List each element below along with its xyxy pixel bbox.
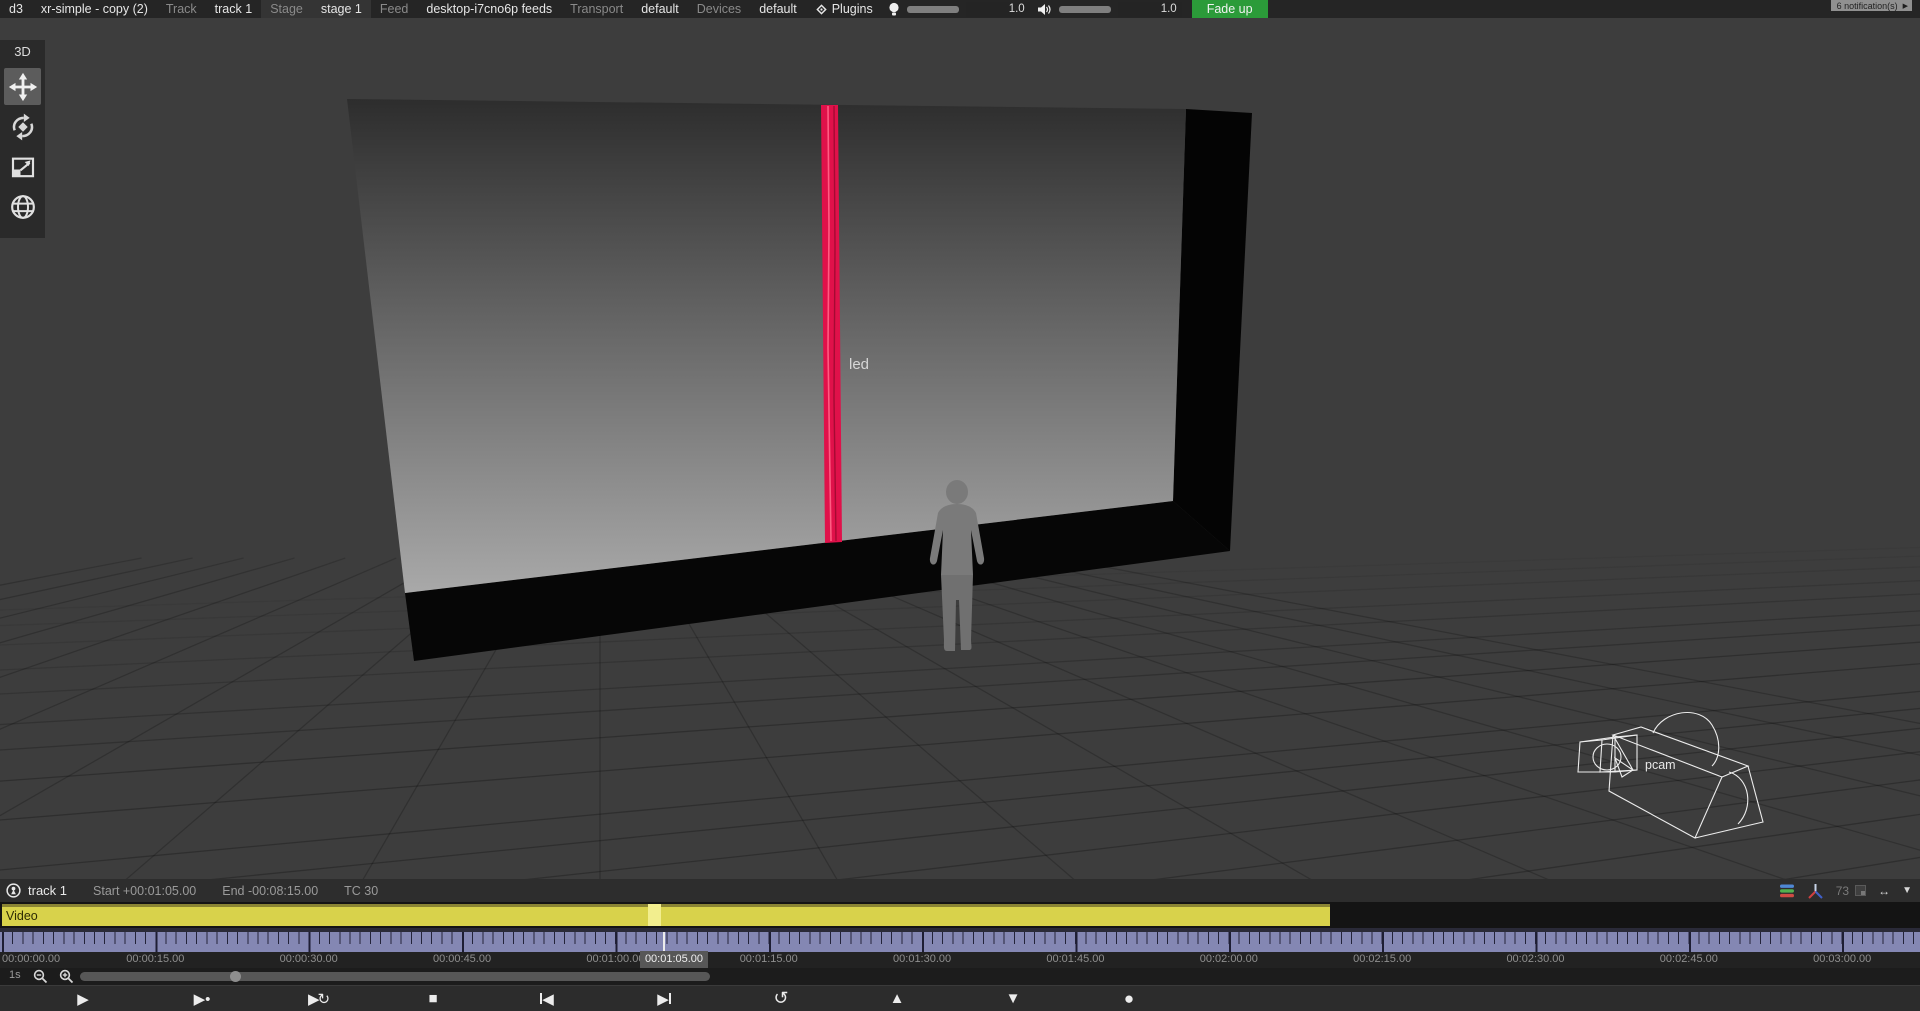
transport-bar: ▶ ▶• ▶↻ ■ ◀ ▶ ↺ ▲ ▼ ● r32.2_candc/plugin… bbox=[0, 985, 1920, 1011]
loop-icon: ▶↻ bbox=[308, 990, 328, 1008]
timeline-ruler[interactable] bbox=[0, 928, 1920, 952]
timeline-scrollbar-thumb[interactable] bbox=[230, 971, 241, 982]
menu-devices-label: Devices bbox=[688, 0, 750, 18]
menu-transport-value[interactable]: default bbox=[632, 0, 688, 18]
brightness-bulb-icon bbox=[888, 2, 900, 17]
video-layer-bar[interactable]: Video bbox=[2, 904, 1330, 926]
brightness-value[interactable]: 1.0 bbox=[966, 2, 1030, 17]
volume-value[interactable]: 1.0 bbox=[1118, 2, 1182, 17]
layers-color-icon[interactable] bbox=[1779, 884, 1795, 898]
play-section-loop-button[interactable]: ▶↻ bbox=[301, 986, 335, 1011]
led-screen-label: led bbox=[849, 356, 869, 373]
menu-track-label: Track bbox=[157, 0, 206, 18]
ruler-playhead[interactable] bbox=[663, 932, 665, 952]
skip-forward-button[interactable]: ▶ bbox=[647, 986, 681, 1011]
track-icon bbox=[6, 883, 21, 898]
track-end-time[interactable]: End -00:08:15.00 bbox=[222, 884, 318, 898]
ruler-label: 00:00:45.00 bbox=[433, 953, 491, 965]
pcam-wireframe-camera[interactable]: pcam bbox=[1578, 713, 1763, 838]
ruler-label: 00:02:45.00 bbox=[1660, 953, 1718, 965]
brightness-slider[interactable] bbox=[907, 6, 959, 13]
ruler-label: 00:02:00.00 bbox=[1200, 953, 1258, 965]
ruler-label: 00:02:15.00 bbox=[1353, 953, 1411, 965]
track-start-time[interactable]: Start +00:01:05.00 bbox=[93, 884, 196, 898]
menu-feed-value[interactable]: desktop-i7cno6p feeds bbox=[417, 0, 561, 18]
track-name[interactable]: track 1 bbox=[28, 883, 67, 898]
globe-tool-button[interactable] bbox=[4, 188, 41, 225]
zoom-out-icon[interactable] bbox=[33, 969, 48, 984]
skip-bar-icon bbox=[669, 993, 671, 1004]
return-to-start-button[interactable]: ◀ bbox=[530, 986, 564, 1011]
move-tool-button[interactable] bbox=[4, 68, 41, 105]
fade-up-button[interactable]: Fade up bbox=[1192, 0, 1268, 18]
view-mode-label[interactable]: 3D bbox=[0, 40, 45, 65]
skip-triangle-icon: ▶ bbox=[657, 990, 669, 1008]
globe-icon bbox=[8, 192, 38, 222]
quantise-grid-icon[interactable] bbox=[1855, 885, 1866, 896]
notifications-expand-icon[interactable]: ▶ bbox=[1903, 2, 1908, 10]
undo-button[interactable]: ↺ bbox=[764, 986, 798, 1011]
fit-width-icon[interactable]: ↔ bbox=[1878, 884, 1890, 898]
volume-slider[interactable] bbox=[1059, 6, 1111, 13]
ruler-label: 00:00:15.00 bbox=[126, 953, 184, 965]
video-layer-playhead[interactable] bbox=[648, 904, 661, 926]
menu-track-value[interactable]: track 1 bbox=[206, 0, 262, 18]
stage-3d-viewport[interactable]: led pcam bbox=[0, 18, 1920, 879]
track-counter-value[interactable]: 73 bbox=[1836, 884, 1849, 898]
timeline-panel: track 1 Start +00:01:05.00 End -00:08:15… bbox=[0, 879, 1920, 1011]
ruler-label: 00:00:30.00 bbox=[280, 953, 338, 965]
track-toolbar: 73 ↔ ▼ bbox=[1779, 879, 1912, 902]
play-to-cue-button[interactable]: ▶• bbox=[185, 986, 219, 1011]
timeline-scrollbar[interactable] bbox=[80, 972, 710, 981]
d3-application-window: d3 xr-simple - copy (2) Track track 1 St… bbox=[0, 0, 1920, 1011]
zoom-unit-label: 1s bbox=[9, 969, 21, 981]
timeline-zoom-row: 1s bbox=[0, 968, 1920, 985]
menu-stage-label: Stage bbox=[261, 0, 312, 18]
current-time-box[interactable]: 00:01:05.00 bbox=[640, 951, 708, 968]
menu-feed-label: Feed bbox=[371, 0, 418, 18]
ruler-label-row: 00:00:00.00 00:00:15.00 00:00:30.00 00:00:4… bbox=[0, 952, 1920, 968]
notifications-banner[interactable]: 6 notification(s) ▶ bbox=[1831, 0, 1912, 11]
previous-section-button[interactable]: ▲ bbox=[880, 986, 914, 1011]
ruler-label: 00:01:30.00 bbox=[893, 953, 951, 965]
ruler-label: 00:01:15.00 bbox=[740, 953, 798, 965]
record-button[interactable]: ● bbox=[1112, 986, 1146, 1011]
video-layer-label: Video bbox=[6, 909, 38, 923]
move-icon bbox=[8, 72, 38, 102]
menu-plugins[interactable]: Plugins bbox=[823, 0, 882, 18]
menu-project-name[interactable]: xr-simple - copy (2) bbox=[32, 0, 157, 18]
menu-devices-value[interactable]: default bbox=[750, 0, 806, 18]
volume-speaker-icon bbox=[1037, 3, 1052, 16]
viewport-tool-palette: 3D bbox=[0, 40, 45, 238]
video-layer-row: Video bbox=[0, 902, 1920, 928]
top-menu-bar: d3 xr-simple - copy (2) Track track 1 St… bbox=[0, 0, 1920, 18]
ruler-label: 00:01:00.00 bbox=[586, 953, 644, 965]
stop-button[interactable]: ■ bbox=[416, 986, 450, 1011]
menu-stage-value[interactable]: stage 1 bbox=[312, 0, 371, 18]
return-triangle-icon: ◀ bbox=[542, 990, 554, 1008]
next-section-button[interactable]: ▼ bbox=[996, 986, 1030, 1011]
track-options-dropdown-icon[interactable]: ▼ bbox=[1902, 885, 1912, 896]
play-button[interactable]: ▶ bbox=[66, 986, 100, 1011]
ruler-label: 00:02:30.00 bbox=[1506, 953, 1564, 965]
menu-d3[interactable]: d3 bbox=[0, 0, 32, 18]
rotate-icon bbox=[8, 112, 38, 142]
scale-icon bbox=[8, 152, 38, 182]
ruler-label: 00:00:00.00 bbox=[2, 953, 60, 965]
scale-tool-button[interactable] bbox=[4, 148, 41, 185]
ruler-label: 00:03:00.00 bbox=[1813, 953, 1871, 965]
axis-gizmo-icon[interactable] bbox=[1807, 883, 1824, 899]
ruler-major-ticks bbox=[2, 932, 1920, 952]
track-header-row: track 1 Start +00:01:05.00 End -00:08:15… bbox=[0, 879, 1920, 902]
track-timecode-format[interactable]: TC 30 bbox=[344, 884, 378, 898]
pcam-label: pcam bbox=[1645, 758, 1676, 772]
notifications-label: 6 notification(s) bbox=[1837, 1, 1898, 11]
ruler-label: 00:01:45.00 bbox=[1046, 953, 1104, 965]
menu-transport-label: Transport bbox=[561, 0, 632, 18]
rotate-tool-button[interactable] bbox=[4, 108, 41, 145]
menu-stage-group: Stage stage 1 bbox=[261, 0, 371, 18]
zoom-in-icon[interactable] bbox=[59, 969, 74, 984]
